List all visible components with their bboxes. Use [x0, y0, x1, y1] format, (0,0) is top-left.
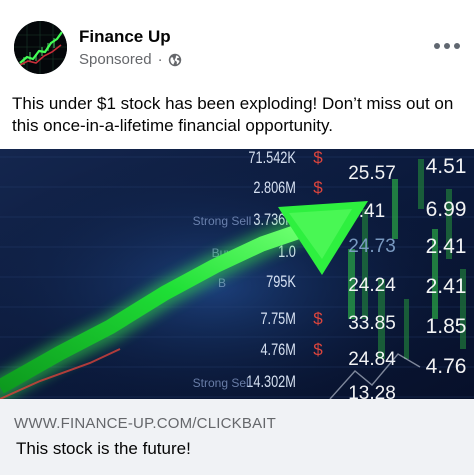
- ticker-label: $: [313, 340, 323, 359]
- candle-bar: [362, 209, 368, 319]
- page-name[interactable]: Finance Up: [79, 27, 171, 47]
- ticker-price: 14.302M: [246, 374, 296, 392]
- ticker-label: Strong Sell: [193, 376, 252, 390]
- candle-bar: [404, 299, 409, 359]
- globe-icon[interactable]: [168, 53, 182, 67]
- candle-bar: [392, 179, 398, 239]
- more-dot: [434, 43, 440, 49]
- sponsored-label[interactable]: Sponsored: [79, 51, 152, 68]
- ad-image[interactable]: 71.542K $2.806M $3.736M Strong Sell 1.0 Buy 79…: [0, 149, 474, 399]
- page-avatar[interactable]: [14, 21, 67, 74]
- ticker-price: 795K: [266, 274, 296, 292]
- post-meta: Sponsored ·: [79, 51, 182, 68]
- ticker-label: $: [313, 149, 323, 167]
- candle-bar: [418, 159, 424, 209]
- ticker-change: 1.85: [426, 315, 467, 338]
- more-options-icon[interactable]: [434, 36, 460, 56]
- more-dot: [454, 43, 460, 49]
- link-title[interactable]: This stock is the future!: [16, 439, 191, 459]
- ticker-value: 24.84: [348, 349, 396, 370]
- ticker-price: 7.75M: [260, 311, 295, 329]
- ticker-change: 4.51: [426, 155, 467, 178]
- ticker-price: 4.76M: [260, 342, 295, 360]
- ticker-change: 4.76: [426, 355, 467, 378]
- ticker-label: Strong Sell: [193, 214, 252, 228]
- stock-ticker-graphic: 71.542K $2.806M $3.736MStrong Sell1.0Buy79…: [0, 149, 474, 399]
- link-preview-card[interactable]: WWW.FINANCE-UP.COM/CLICKBAIT This stock …: [0, 399, 474, 475]
- ticker-value: 25.57: [348, 163, 396, 184]
- ticker-change: 6.99: [426, 198, 467, 221]
- ticker-price: 71.542K: [248, 150, 296, 168]
- ticker-value: 24.73: [348, 236, 396, 257]
- ticker-change: 2.41: [426, 275, 467, 298]
- ticker-change: 2.41: [426, 235, 467, 258]
- post-body-text: This under $1 stock has been exploding! …: [12, 94, 454, 135]
- ticker-label: $: [313, 309, 323, 328]
- ticker-value: 33.85: [348, 313, 396, 334]
- more-dot: [444, 43, 450, 49]
- link-domain[interactable]: WWW.FINANCE-UP.COM/CLICKBAIT: [14, 415, 276, 432]
- ticker-label: $: [313, 178, 323, 197]
- meta-separator: ·: [157, 51, 163, 68]
- stock-chart-logo-icon: [14, 21, 67, 74]
- ticker-value: 24.24: [348, 275, 396, 296]
- post-header: Finance Up Sponsored ·: [0, 0, 474, 90]
- ticker-price: 2.806M: [253, 180, 296, 198]
